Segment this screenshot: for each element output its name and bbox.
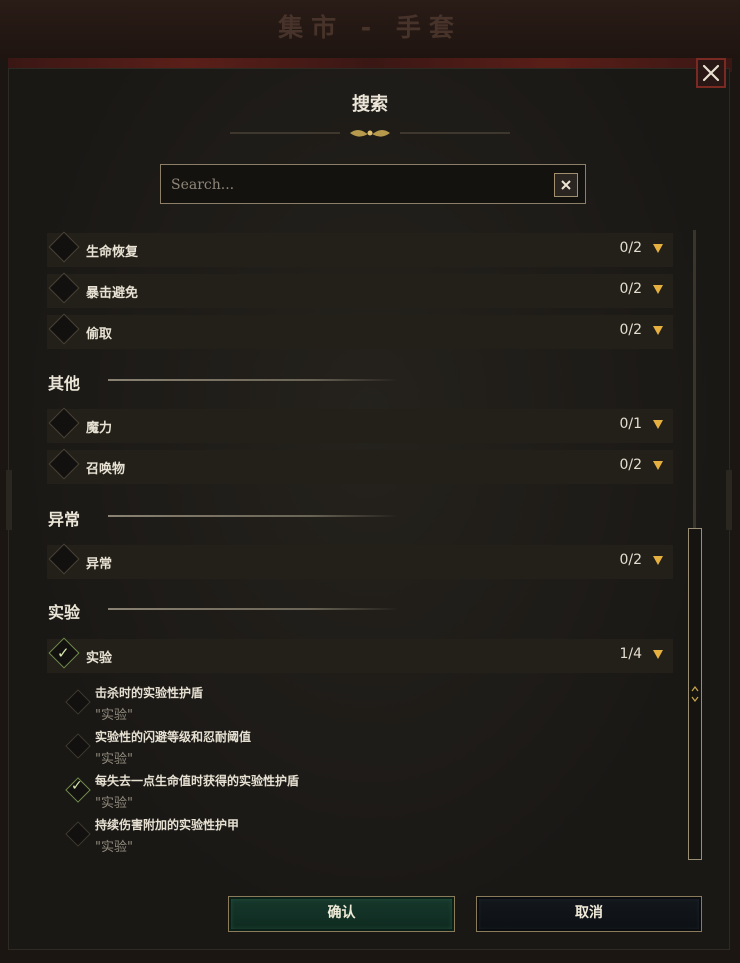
clear-icon (561, 180, 571, 190)
dropdown-arrow-icon[interactable] (653, 420, 663, 429)
filter-row[interactable]: 异常 0/2 (47, 543, 673, 579)
checkmark-icon: ✓ (71, 778, 83, 794)
filter-count: 0/2 (619, 457, 642, 473)
frame-ornament-right (726, 470, 732, 530)
filter-count: 0/1 (619, 416, 642, 432)
checkbox-diamond[interactable] (48, 231, 80, 263)
filter-row[interactable]: 偷取 0/2 (47, 313, 673, 349)
search-box (160, 164, 586, 204)
filter-row[interactable]: 暴击避免 0/2 (47, 272, 673, 308)
background-title: 集市 - 手套 (278, 13, 462, 42)
sub-filter-tag: "实验" (95, 840, 133, 855)
filter-label: 偷取 (86, 327, 113, 342)
sub-filter-name: 实验性的闪避等级和忍耐阈值 (95, 730, 252, 744)
dialog-title: 搜索 (352, 94, 388, 115)
checkbox-diamond[interactable] (48, 272, 80, 304)
dropdown-arrow-icon[interactable] (653, 244, 663, 253)
close-icon (702, 64, 720, 82)
title-ornament-icon (230, 130, 510, 137)
sub-filter-item[interactable]: 击杀时的实验性护盾 "实验" (95, 684, 203, 723)
sub-filter-name: 每失去一点生命值时获得的实验性护盾 (95, 774, 300, 788)
filter-label: 生命恢复 (86, 245, 139, 260)
filter-label: 召唤物 (86, 462, 126, 477)
checkbox-diamond[interactable] (48, 407, 80, 439)
section-divider (108, 515, 398, 517)
sub-filter-name: 持续伤害附加的实验性护甲 (95, 818, 240, 832)
checkbox-diamond[interactable] (48, 543, 80, 575)
scrollbar-thumb[interactable] (688, 528, 702, 860)
clear-search-button[interactable] (554, 173, 578, 197)
section-heading: 其他 (48, 374, 81, 393)
filter-label: 实验 (86, 651, 113, 666)
dropdown-arrow-icon[interactable] (653, 326, 663, 335)
search-input[interactable] (169, 171, 543, 199)
dropdown-arrow-icon[interactable] (653, 650, 663, 659)
filter-row[interactable]: 魔力 0/1 (47, 407, 673, 443)
dropdown-arrow-icon[interactable] (653, 461, 663, 470)
dropdown-arrow-icon[interactable] (653, 556, 663, 565)
filter-count: 0/2 (619, 552, 642, 568)
filter-row[interactable]: 生命恢复 0/2 (47, 231, 673, 267)
filter-label: 异常 (86, 557, 113, 572)
sub-filter-tag: "实验" (95, 796, 133, 811)
sub-filter-tag: "实验" (95, 708, 133, 723)
checkbox-diamond[interactable] (48, 448, 80, 480)
sub-filter-item[interactable]: 实验性的闪避等级和忍耐阈值 "实验" (95, 728, 251, 767)
checkbox-diamond[interactable] (48, 313, 80, 345)
cancel-button[interactable]: 取消 (476, 896, 702, 932)
sub-filter-name: 击杀时的实验性护盾 (95, 686, 204, 700)
filter-count: 0/2 (619, 281, 642, 297)
confirm-button[interactable]: 确认 (228, 896, 455, 932)
filter-count: 1/4 (619, 646, 642, 662)
sub-filter-item[interactable]: 每失去一点生命值时获得的实验性护盾 "实验" (95, 772, 299, 811)
sub-filter-tag: "实验" (95, 752, 133, 767)
filter-count: 0/2 (619, 322, 642, 338)
filter-label: 魔力 (86, 421, 113, 436)
section-heading: 实验 (48, 603, 81, 622)
section-heading: 异常 (48, 510, 81, 529)
scrollbar-track[interactable] (693, 230, 696, 530)
filter-count: 0/2 (619, 240, 642, 256)
grip-icon (691, 686, 699, 702)
section-divider (108, 608, 398, 610)
section-divider (108, 379, 398, 381)
dropdown-arrow-icon[interactable] (653, 285, 663, 294)
filter-label: 暴击避免 (86, 286, 139, 301)
filter-row[interactable]: ✓ 实验 1/4 (47, 637, 673, 673)
close-button[interactable] (696, 58, 726, 88)
frame-ornament-left (6, 470, 12, 530)
filter-row[interactable]: 召唤物 0/2 (47, 448, 673, 484)
sub-filter-item[interactable]: 持续伤害附加的实验性护甲 "实验" (95, 816, 239, 855)
checkmark-icon: ✓ (57, 644, 70, 662)
